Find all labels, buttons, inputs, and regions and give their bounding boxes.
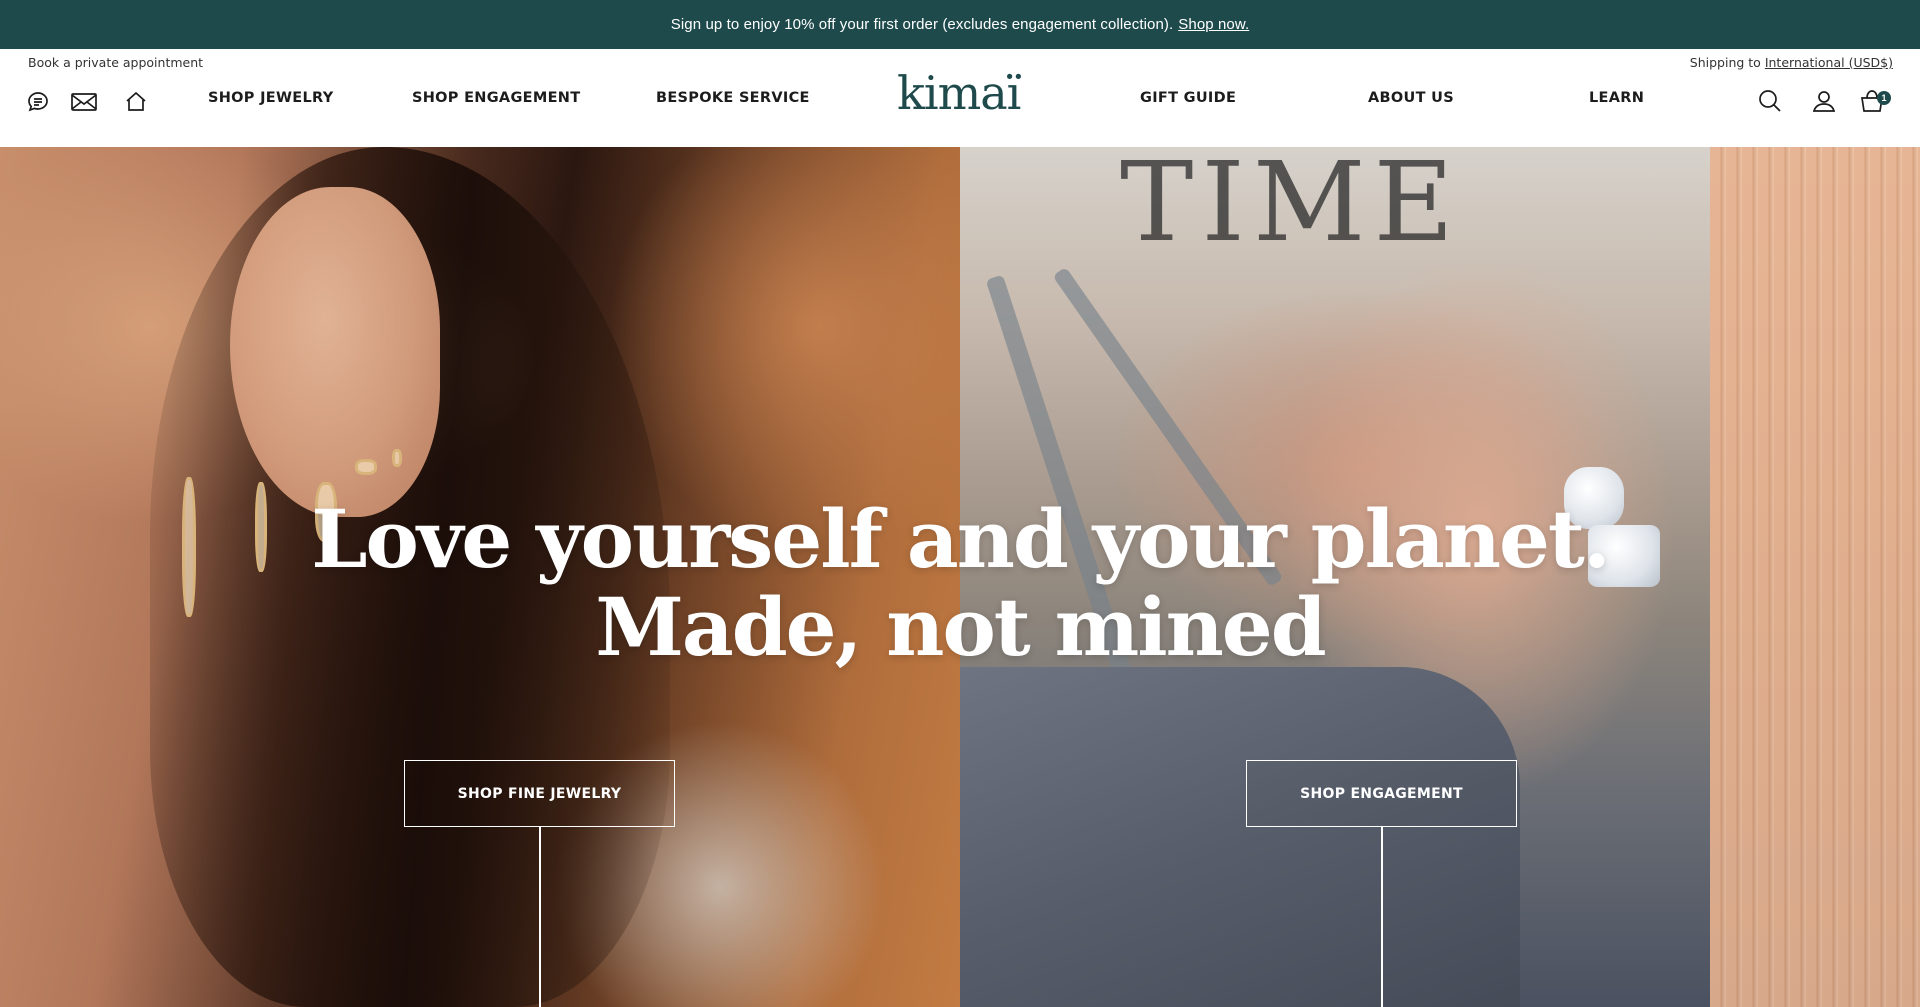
shop-engagement-button[interactable]: SHOP ENGAGEMENT bbox=[1246, 760, 1517, 827]
nav-bespoke-service[interactable]: BESPOKE SERVICE bbox=[656, 90, 810, 106]
chat-icon[interactable] bbox=[23, 87, 53, 117]
shipping-selector: Shipping to International (USD$) bbox=[1690, 55, 1893, 70]
cta-connector-left bbox=[539, 827, 541, 1007]
cart-icon[interactable]: 1 bbox=[1858, 86, 1891, 116]
announcement-bar: Sign up to enjoy 10% off your first orde… bbox=[0, 0, 1920, 49]
account-icon[interactable] bbox=[1809, 86, 1839, 116]
hero-banner: TIME Love yourself and your planet. Made… bbox=[0, 147, 1920, 1007]
nav-shop-engagement[interactable]: SHOP ENGAGEMENT bbox=[412, 90, 580, 106]
nav-gift-guide[interactable]: GIFT GUIDE bbox=[1140, 90, 1236, 106]
earring-eye bbox=[355, 459, 377, 475]
magazine-text: TIME bbox=[1120, 147, 1462, 266]
nav-shop-jewelry[interactable]: SHOP JEWELRY bbox=[208, 90, 334, 106]
shipping-region-link[interactable]: International (USD$) bbox=[1765, 55, 1893, 70]
mail-icon[interactable] bbox=[69, 87, 99, 117]
shop-now-link[interactable]: Shop now. bbox=[1178, 16, 1249, 33]
shop-fine-jewelry-button[interactable]: SHOP FINE JEWELRY bbox=[404, 760, 675, 827]
book-appointment-link[interactable]: Book a private appointment bbox=[28, 55, 203, 70]
hero-headline: Love yourself and your planet. Made, not… bbox=[0, 495, 1920, 671]
home-icon[interactable] bbox=[121, 87, 151, 117]
nav-learn[interactable]: LEARN bbox=[1589, 90, 1644, 106]
shipping-label: Shipping to bbox=[1689, 55, 1761, 70]
brand-logo[interactable]: kimaï bbox=[897, 68, 1023, 118]
nav-about-us[interactable]: ABOUT US bbox=[1368, 90, 1454, 106]
hero-headline-line1: Love yourself and your planet. bbox=[311, 492, 1610, 586]
search-icon[interactable] bbox=[1755, 86, 1785, 116]
sleeve-shape bbox=[960, 667, 1520, 1007]
cart-count-badge: 1 bbox=[1877, 91, 1891, 105]
site-header: Book a private appointment Shipping to I… bbox=[0, 49, 1920, 147]
cta-connector-right bbox=[1381, 827, 1383, 1007]
hero-headline-line2: Made, not mined bbox=[595, 580, 1326, 674]
earring-stud bbox=[392, 449, 402, 467]
announcement-text: Sign up to enjoy 10% off your first orde… bbox=[670, 16, 1174, 33]
